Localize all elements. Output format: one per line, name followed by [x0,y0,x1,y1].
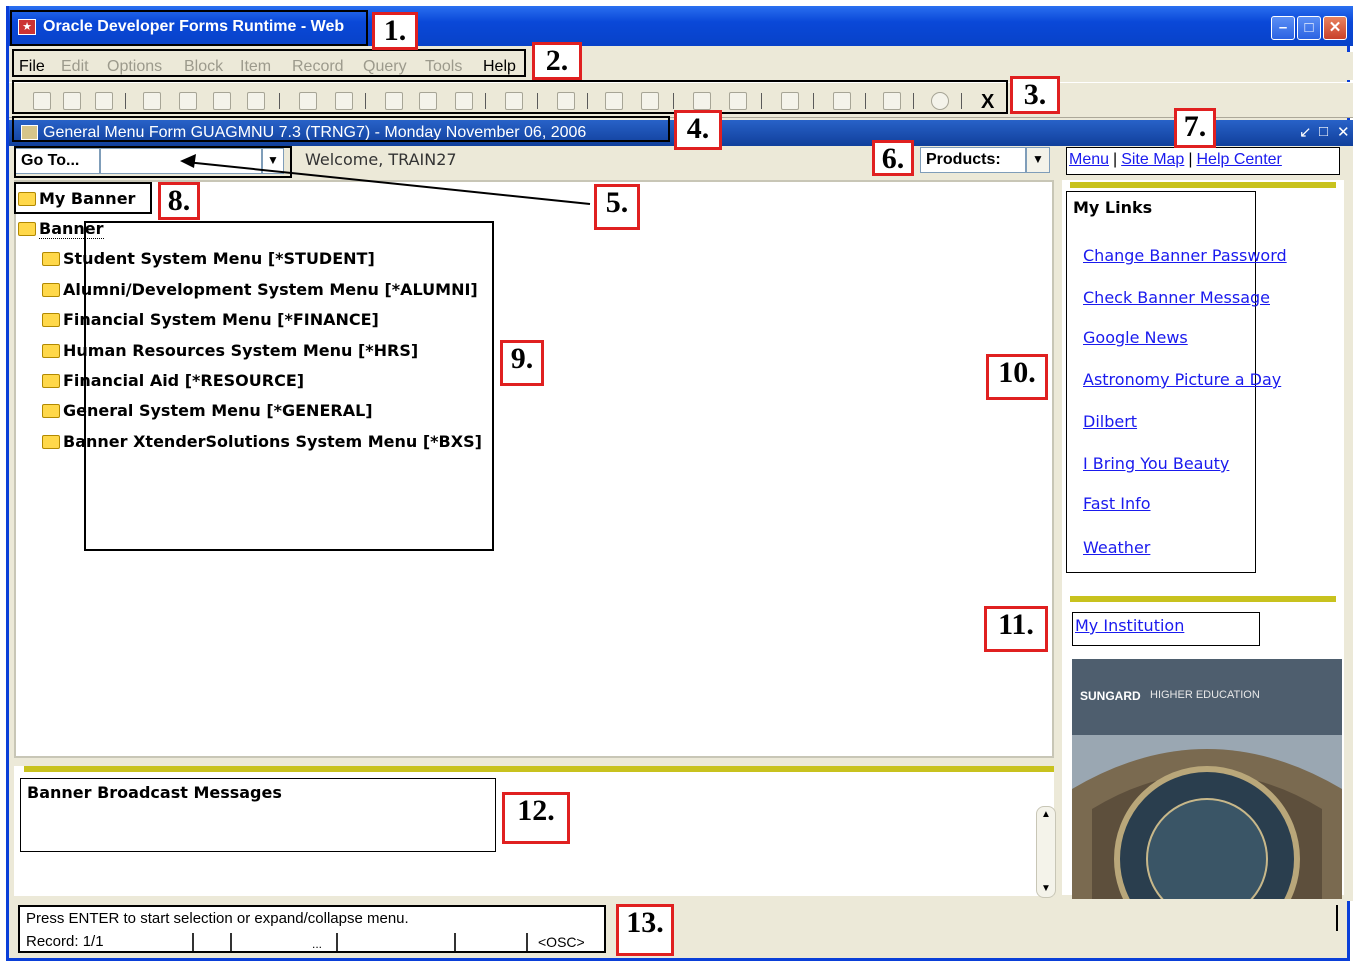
callout-4: 4. [674,110,722,150]
callout-5: 5. [594,184,640,230]
callout-13: 13. [616,904,674,956]
callout-9: 9. [500,340,544,386]
callout-10: 10. [986,354,1048,400]
callout-11: 11. [984,606,1048,652]
callout-7: 7. [1174,108,1216,148]
callout-3: 3. [1010,76,1060,114]
callout-2: 2. [532,42,582,80]
callout-1: 1. [372,12,418,50]
callout-8: 8. [158,182,200,220]
callout-6: 6. [872,140,914,176]
callout-12: 12. [502,792,570,844]
